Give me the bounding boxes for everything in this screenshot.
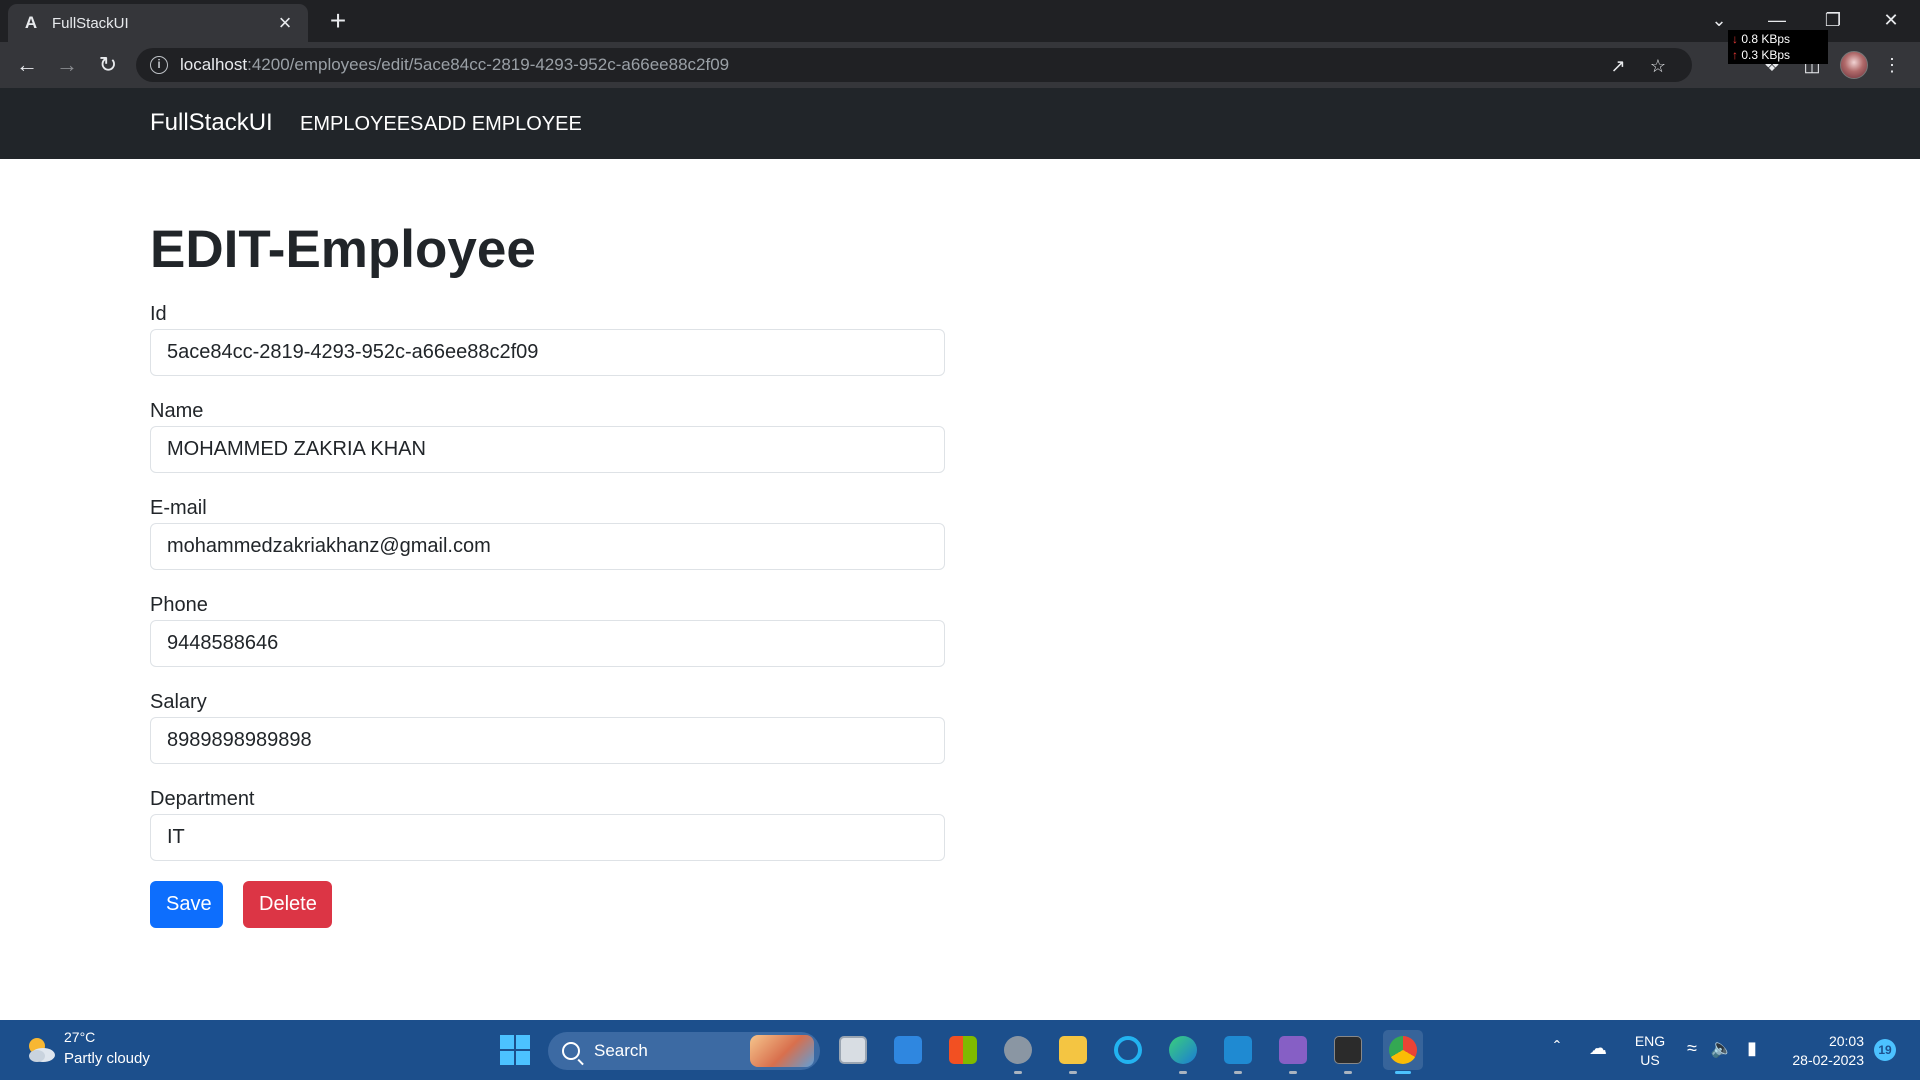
clock-date: 28-02-2023 xyxy=(1792,1052,1864,1068)
region-code: US xyxy=(1640,1052,1660,1068)
id-label: Id xyxy=(150,303,167,325)
name-label: Name xyxy=(150,400,204,422)
terminal-icon[interactable] xyxy=(1328,1030,1368,1074)
partly-cloudy-weather-icon[interactable] xyxy=(22,1032,58,1068)
bookmark-star-icon[interactable]: ☆ xyxy=(1646,54,1670,78)
input-language[interactable]: ENG US xyxy=(1632,1032,1668,1070)
show-hidden-icons-chevron-icon[interactable]: ˆ xyxy=(1545,1038,1569,1059)
share-icon[interactable]: ↗ xyxy=(1606,54,1630,78)
browser-toolbar: ← → ↻ i localhost:4200/employees/edit/5a… xyxy=(0,42,1920,88)
mail-icon[interactable] xyxy=(888,1030,928,1070)
network-speed-overlay: ↓ 0.8 KBps ↑ 0.3 KBps xyxy=(1728,30,1828,64)
task-view-icon[interactable] xyxy=(833,1030,873,1070)
vscode-icon[interactable] xyxy=(1218,1030,1258,1074)
settings-gear-icon[interactable] xyxy=(998,1030,1038,1074)
email-field[interactable] xyxy=(150,523,945,570)
navbar-brand[interactable]: FullStackUI xyxy=(150,109,273,137)
nav-link-add-employee[interactable]: ADD EMPLOYEE xyxy=(424,113,582,136)
net-up-value: 0.3 KBps xyxy=(1741,48,1791,62)
address-bar[interactable]: i localhost:4200/employees/edit/5ace84cc… xyxy=(136,48,1692,82)
nav-link-employees[interactable]: EMPLOYEES xyxy=(300,113,423,136)
search-label: Search xyxy=(594,1041,648,1060)
net-down-value: 0.8 KBps xyxy=(1741,32,1791,46)
salary-label: Salary xyxy=(150,691,207,713)
save-button[interactable]: Save xyxy=(150,881,223,928)
salary-field[interactable] xyxy=(150,717,945,764)
notification-badge[interactable]: 19 xyxy=(1874,1039,1896,1061)
upload-arrow-icon: ↑ xyxy=(1732,48,1738,62)
weather-temperature[interactable]: 27°C xyxy=(64,1029,95,1045)
profile-avatar[interactable] xyxy=(1840,51,1868,79)
windows-start-icon[interactable] xyxy=(500,1035,530,1065)
app-navbar: FullStackUI EMPLOYEES ADD EMPLOYEE xyxy=(0,88,1920,159)
onedrive-cloud-icon[interactable]: ☁ xyxy=(1586,1038,1610,1059)
language-code: ENG xyxy=(1634,1033,1666,1049)
department-label: Department xyxy=(150,788,255,810)
weather-description[interactable]: Partly cloudy xyxy=(64,1050,150,1067)
browser-tab[interactable]: A FullStackUI × xyxy=(8,4,308,42)
site-info-icon[interactable]: i xyxy=(150,56,168,74)
taskbar-search[interactable]: Search xyxy=(548,1032,820,1070)
close-tab-icon[interactable]: × xyxy=(274,12,296,34)
battery-icon[interactable]: ▮ xyxy=(1740,1038,1764,1059)
tab-title: FullStackUI xyxy=(52,14,129,32)
forward-arrow-icon[interactable]: → xyxy=(51,49,83,81)
search-highlight-image xyxy=(750,1035,814,1067)
reload-icon[interactable]: ↻ xyxy=(92,49,124,81)
download-arrow-icon: ↓ xyxy=(1732,32,1738,46)
browser-tab-bar: A FullStackUI × + ⌄ — ❐ ✕ xyxy=(0,0,1920,42)
page-title: EDIT-Employee xyxy=(150,220,536,279)
url-text[interactable]: localhost:4200/employees/edit/5ace84cc-2… xyxy=(180,55,729,75)
microsoft-store-icon[interactable] xyxy=(943,1030,983,1070)
edge-browser-icon[interactable] xyxy=(1163,1030,1203,1074)
browser-menu-icon[interactable]: ⋮ xyxy=(1877,50,1907,80)
clock-time: 20:03 xyxy=(1828,1033,1864,1049)
phone-field[interactable] xyxy=(150,620,945,667)
visual-studio-icon[interactable] xyxy=(1273,1030,1313,1074)
cortana-icon[interactable] xyxy=(1108,1030,1148,1070)
angular-favicon-icon: A xyxy=(24,13,38,32)
volume-icon[interactable]: 🔈 xyxy=(1710,1038,1734,1059)
id-field[interactable] xyxy=(150,329,945,376)
department-field[interactable] xyxy=(150,814,945,861)
back-arrow-icon[interactable]: ← xyxy=(11,49,43,81)
wifi-icon[interactable]: ≈ xyxy=(1680,1038,1704,1059)
email-label: E-mail xyxy=(150,497,207,519)
name-field[interactable] xyxy=(150,426,945,473)
system-clock[interactable]: 20:03 28-02-2023 xyxy=(1780,1032,1864,1070)
close-window-button[interactable]: ✕ xyxy=(1868,4,1914,36)
phone-label: Phone xyxy=(150,594,208,616)
delete-button[interactable]: Delete xyxy=(243,881,332,928)
search-icon xyxy=(562,1042,580,1060)
chrome-icon[interactable] xyxy=(1383,1030,1423,1074)
file-explorer-icon[interactable] xyxy=(1053,1030,1093,1074)
new-tab-button[interactable]: + xyxy=(322,6,354,38)
windows-taskbar: 27°C Partly cloudy Search ˆ ☁ ENG US ≈ 🔈… xyxy=(0,1020,1920,1080)
